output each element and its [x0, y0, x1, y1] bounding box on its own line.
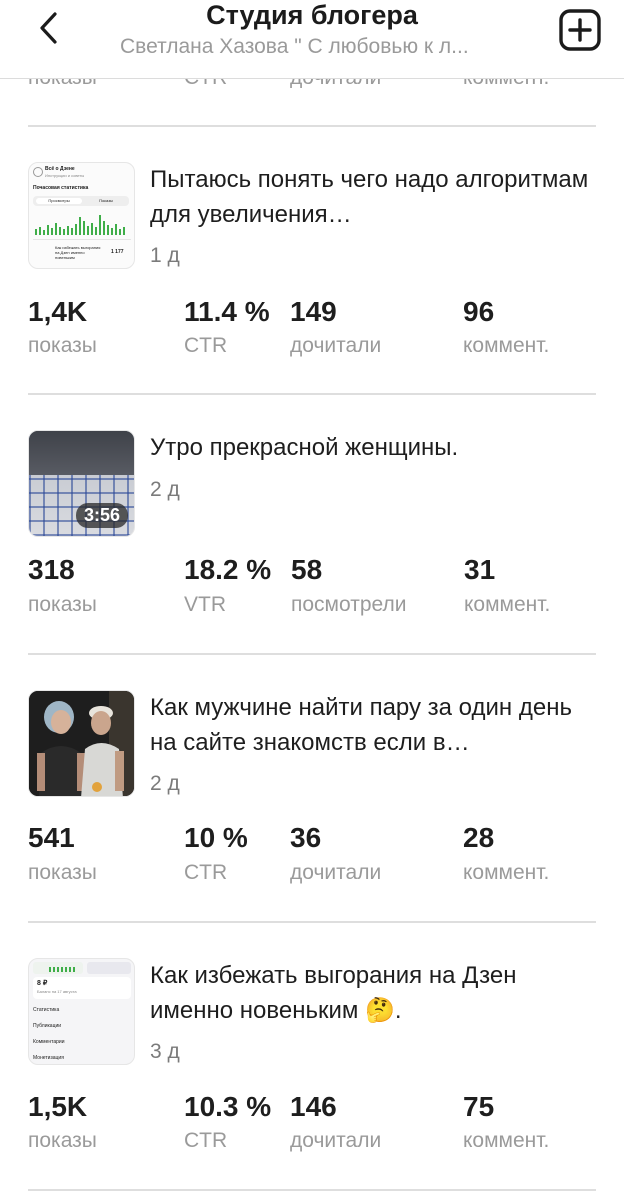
page-title: Студия блогера [206, 0, 418, 30]
plus-square-icon [559, 9, 601, 51]
stat-label: коммент. [464, 593, 551, 616]
post-age: 2 д [150, 478, 180, 501]
video-thumbnail[interactable]: 3:56 [28, 430, 135, 537]
post-age: 1 д [150, 244, 180, 267]
thumb-text: 8 ₽ [37, 980, 48, 987]
create-post-button[interactable] [558, 8, 602, 52]
post-title[interactable]: Как мужчине найти пару за один день на с… [150, 690, 590, 760]
stat-label: показы [28, 593, 97, 616]
stat-value: 541 [28, 822, 75, 853]
thumb-card [87, 962, 131, 974]
thumb-text: Почасовая статистика [33, 185, 89, 191]
stat-value: 10.3 % [184, 1091, 272, 1122]
stat-label: посмотрели [291, 593, 407, 616]
thumb-text: Комментарии [33, 1039, 65, 1045]
post-title[interactable]: Утро прекрасной женщины. [150, 430, 590, 465]
thumb-text: Всё о Дзене [45, 166, 75, 172]
stat-value: 96 [463, 296, 495, 327]
stat-label: VTR [184, 593, 226, 616]
stat-label: показы [28, 334, 97, 357]
stat-value: 11.4 % [184, 296, 270, 327]
thumb-card [33, 962, 83, 974]
thumb-text: Публикации [33, 1023, 62, 1029]
stat-label: CTR [184, 861, 228, 884]
thumb-menu-item: Публикации [33, 1023, 61, 1029]
post-thumbnail[interactable]: Всё о Дзене Инструкции и советы Почасова… [28, 162, 135, 269]
post-card[interactable]: Как мужчине найти пару за один день на с… [0, 690, 624, 920]
thumb-tab: Показы [99, 198, 113, 203]
channel-name: Светлана Хазова " С любовью к л... [120, 35, 469, 58]
stat-label: дочитали [290, 334, 382, 357]
post-title[interactable]: Пытаюсь понять чего надо алгоритмам для … [150, 162, 590, 232]
stat-label: коммент. [463, 1129, 550, 1152]
couch-back-image [29, 431, 134, 475]
divider [28, 393, 596, 395]
thumb-text: Монетизация [33, 1055, 64, 1061]
stat-label: CTR [184, 1129, 228, 1152]
stat-label: дочитали [290, 861, 382, 884]
stat-value: 1,5K [28, 1091, 88, 1122]
stat-value: 10 % [184, 822, 248, 853]
stat-value: 36 [290, 822, 322, 853]
stat-label: дочитали [290, 1129, 382, 1152]
thumb-bar-chart [35, 215, 125, 235]
stat-value: 146 [290, 1091, 337, 1122]
thumb-tab: Просмотры [36, 198, 82, 204]
video-duration: 3:56 [75, 503, 128, 528]
thumb-text: Статистика [33, 1007, 60, 1013]
post-card[interactable]: 3:56 Утро прекрасной женщины. 2 д 318 18… [0, 430, 624, 660]
stat-label: CTR [184, 334, 228, 357]
thumb-text: Как избежать выгорания на Дзен именно но… [55, 245, 101, 260]
stat-value: 31 [464, 554, 496, 585]
stat-value: 1,4K [28, 296, 88, 327]
post-card[interactable]: Всё о Дзене Инструкции и советы Почасова… [0, 162, 624, 392]
stat-label: показы [28, 1129, 97, 1152]
post-thumbnail[interactable]: 8 ₽ Баланс на 17 августа Статистика Публ… [28, 958, 135, 1065]
post-title[interactable]: Как избежать выгорания на Дзен именно но… [150, 958, 590, 1028]
post-thumbnail[interactable] [28, 690, 135, 797]
app-header: Студия блогера Светлана Хазова " С любов… [0, 0, 624, 79]
thumb-menu-item: Комментарии [33, 1039, 65, 1045]
stat-value: 18.2 % [184, 554, 272, 585]
divider [28, 1189, 596, 1191]
stat-value: 318 [28, 554, 75, 585]
stat-label: коммент. [463, 861, 550, 884]
thumb-text: 1 177 [111, 249, 124, 255]
thumb-divider [33, 239, 131, 240]
thumb-text: Баланс на 17 августа [37, 989, 77, 994]
stat-value: 28 [463, 822, 495, 853]
divider [28, 921, 596, 923]
dzen-logo-icon [33, 167, 43, 177]
thumb-menu-item: Монетизация [33, 1055, 64, 1061]
divider [28, 653, 596, 655]
stat-label: коммент. [463, 334, 550, 357]
post-card[interactable]: 8 ₽ Баланс на 17 августа Статистика Публ… [0, 958, 624, 1188]
stat-value: 149 [290, 296, 337, 327]
divider [28, 125, 596, 127]
thumb-balance-card: 8 ₽ Баланс на 17 августа [33, 977, 131, 999]
thumb-bars [49, 967, 75, 972]
stat-value: 75 [463, 1091, 495, 1122]
post-age: 2 д [150, 772, 180, 795]
stat-value: 58 [291, 554, 323, 585]
thumb-text: Инструкции и советы [45, 173, 85, 178]
post-age: 3 д [150, 1040, 180, 1063]
stat-label: показы [28, 861, 97, 884]
thumb-tabs: Просмотры Показы [33, 196, 129, 206]
thumb-menu-item: Статистика [33, 1007, 59, 1013]
couple-photo-image [29, 691, 134, 796]
